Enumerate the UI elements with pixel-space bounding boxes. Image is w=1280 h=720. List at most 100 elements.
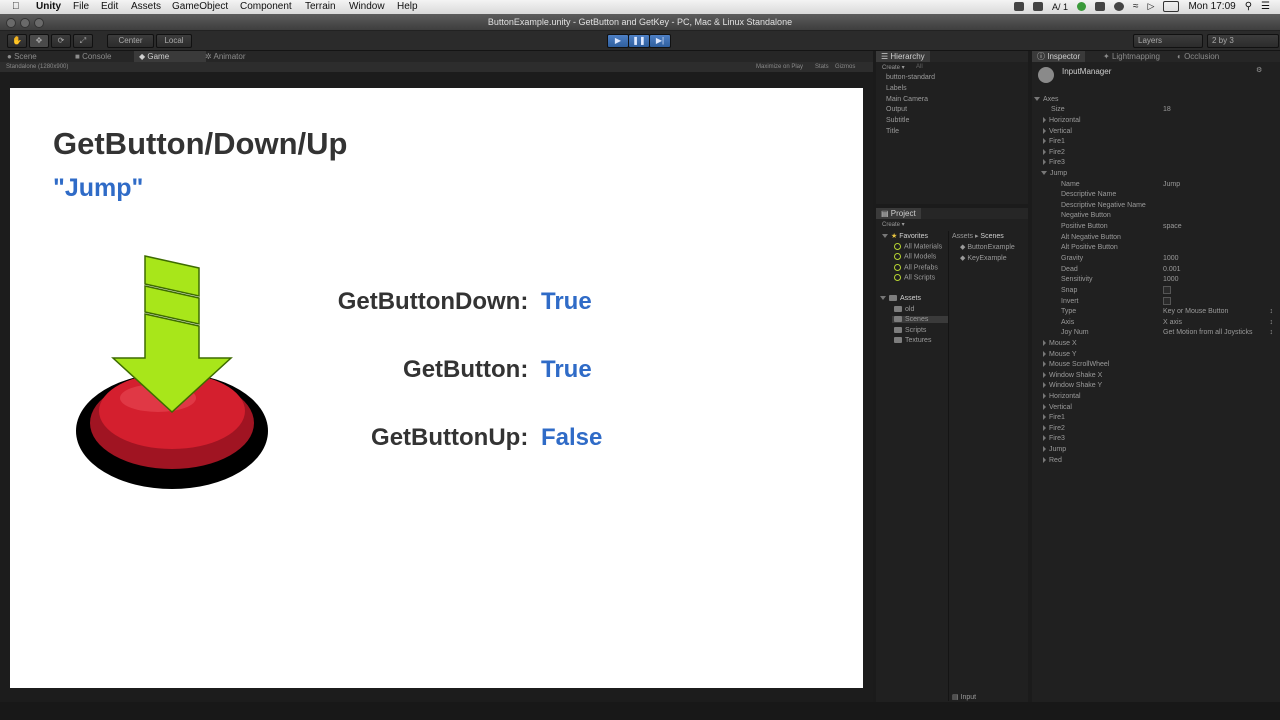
rotate-tool-icon[interactable]: ⟳	[51, 34, 71, 48]
resolution-dropdown[interactable]: Standalone (1280x900)	[6, 62, 68, 72]
scene-file-buttonexample[interactable]: ◆ ButtonExample	[960, 243, 1015, 251]
menu-gameobject[interactable]: GameObject	[172, 1, 228, 12]
folder-textures[interactable]: Textures	[894, 337, 931, 344]
axis-foldout[interactable]: Red	[1043, 457, 1062, 464]
zoom-window-button[interactable]	[34, 18, 44, 28]
hierarchy-search-input[interactable]: All	[916, 64, 923, 70]
tab-console[interactable]: ■ Console	[70, 51, 116, 62]
favorite-all-scripts[interactable]: All Scripts	[894, 274, 935, 281]
axis-foldout[interactable]: Fire1	[1043, 138, 1065, 145]
assets-folder-header[interactable]: Assets	[880, 295, 921, 302]
menu-window[interactable]: Window	[349, 1, 385, 12]
folder-scenes[interactable]: Scenes	[892, 316, 948, 323]
axis-foldout[interactable]: Fire3	[1043, 159, 1065, 166]
adobe-tray-icon[interactable]: A/ 1	[1052, 2, 1068, 12]
layout-dropdown[interactable]: 2 by 3	[1207, 34, 1279, 48]
axis-foldout[interactable]: Vertical	[1043, 404, 1072, 411]
invert-checkbox[interactable]	[1163, 297, 1171, 307]
close-window-button[interactable]	[6, 18, 16, 28]
hierarchy-item[interactable]: Subtitle	[886, 117, 909, 124]
minimize-window-button[interactable]	[20, 18, 30, 28]
project-create-dropdown[interactable]: Create ▾	[882, 221, 905, 228]
joynum-dropdown[interactable]: Get Motion from all Joysticks ↕	[1163, 329, 1273, 336]
hierarchy-item[interactable]: button-standard	[886, 74, 935, 81]
tab-animator[interactable]: ✲ Animator	[200, 51, 251, 62]
tab-lightmapping[interactable]: ✦ Lightmapping	[1098, 51, 1165, 62]
axis-foldout[interactable]: Mouse X	[1043, 340, 1077, 347]
axis-foldout[interactable]: Horizontal	[1043, 117, 1081, 124]
snap-checkbox[interactable]	[1163, 286, 1171, 296]
clock[interactable]: Mon 17:09	[1188, 1, 1235, 12]
battery-icon[interactable]	[1163, 1, 1180, 12]
spotlight-search-icon[interactable]: ⚲	[1245, 1, 1252, 12]
wifi-icon[interactable]: ≈	[1133, 1, 1139, 12]
favorite-all-materials[interactable]: All Materials	[894, 243, 942, 250]
tab-scene[interactable]: ● Scene	[2, 51, 42, 62]
favorite-all-models[interactable]: All Models	[894, 253, 936, 260]
component-settings-icon[interactable]: ⚙	[1256, 66, 1262, 74]
pivot-center-toggle[interactable]: Center	[107, 34, 154, 48]
menu-file[interactable]: File	[73, 1, 89, 12]
volume-icon[interactable]: ▷	[1148, 1, 1155, 12]
screen-recorder-icon[interactable]	[1013, 2, 1024, 11]
hierarchy-item[interactable]: Output	[886, 106, 907, 113]
tab-project[interactable]: ▤ Project	[876, 208, 921, 219]
game-view[interactable]: GetButton/Down/Up "Jump" GetButtonDown: …	[10, 88, 863, 688]
axis-foldout[interactable]: Horizontal	[1043, 393, 1081, 400]
axes-foldout[interactable]: Axes	[1034, 96, 1059, 103]
axis-foldout[interactable]: Vertical	[1043, 128, 1072, 135]
maximize-on-play-toggle[interactable]: Maximize on Play	[756, 62, 803, 72]
play-button-icon[interactable]: ▶	[607, 34, 629, 48]
hierarchy-item[interactable]: Main Camera	[886, 96, 928, 103]
prop-value[interactable]: space	[1163, 223, 1182, 230]
stats-toggle[interactable]: Stats	[815, 62, 829, 72]
tab-inspector[interactable]: ⓘ Inspector	[1032, 51, 1086, 62]
type-dropdown[interactable]: Key or Mouse Button ↕	[1163, 308, 1273, 315]
sync-icon[interactable]	[1114, 2, 1125, 11]
dropbox-icon[interactable]	[1032, 2, 1043, 11]
tab-game[interactable]: ◆ Game	[134, 51, 206, 62]
axis-foldout[interactable]: Mouse Y	[1043, 351, 1077, 358]
project-breadcrumb[interactable]: Assets ▸ Scenes	[952, 232, 1004, 240]
menu-terrain[interactable]: Terrain	[305, 1, 336, 12]
menu-edit[interactable]: Edit	[101, 1, 118, 12]
menu-assets[interactable]: Assets	[131, 1, 161, 12]
axis-foldout[interactable]: Mouse ScrollWheel	[1043, 361, 1109, 368]
hierarchy-item[interactable]: Title	[886, 128, 899, 135]
axis-foldout[interactable]: Fire1	[1043, 414, 1065, 421]
apple-menu-icon[interactable]: 	[12, 1, 20, 12]
step-button-icon[interactable]: ▶|	[649, 34, 671, 48]
axis-foldout[interactable]: Window Shake Y	[1043, 382, 1102, 389]
scale-tool-icon[interactable]: ⤢	[73, 34, 93, 48]
app-menu[interactable]: Unity	[36, 1, 61, 12]
axis-foldout[interactable]: Fire3	[1043, 435, 1065, 442]
prop-value[interactable]: 1000	[1163, 255, 1179, 262]
hierarchy-item[interactable]: Labels	[886, 85, 907, 92]
prop-value[interactable]: 0.001	[1163, 266, 1181, 273]
axis-dropdown[interactable]: X axis ↕	[1163, 319, 1273, 326]
scene-file-keyexample[interactable]: ◆ KeyExample	[960, 254, 1007, 262]
gizmos-dropdown[interactable]: Gizmos	[835, 62, 855, 72]
pause-button-icon[interactable]: ❚❚	[628, 34, 650, 48]
prop-value[interactable]: Jump	[1163, 181, 1180, 188]
axis-foldout[interactable]: Jump	[1043, 446, 1066, 453]
favorites-header[interactable]: ★ Favorites	[882, 232, 928, 240]
notification-center-icon[interactable]: ☰	[1261, 1, 1270, 12]
tab-hierarchy[interactable]: ☰ Hierarchy	[876, 51, 930, 62]
prop-value[interactable]: 1000	[1163, 276, 1179, 283]
hand-tool-icon[interactable]: ✋	[7, 34, 27, 48]
layers-dropdown[interactable]: Layers	[1133, 34, 1203, 48]
folder-old[interactable]: old	[894, 306, 914, 313]
move-tool-icon[interactable]: ✥	[29, 34, 49, 48]
time-machine-icon[interactable]	[1095, 2, 1106, 11]
size-field[interactable]: 18	[1163, 106, 1171, 113]
menu-help[interactable]: Help	[397, 1, 418, 12]
favorite-all-prefabs[interactable]: All Prefabs	[894, 264, 938, 271]
menu-component[interactable]: Component	[240, 1, 292, 12]
hierarchy-create-dropdown[interactable]: Create ▾	[882, 64, 905, 71]
axis-foldout[interactable]: Window Shake X	[1043, 372, 1102, 379]
axis-foldout[interactable]: Fire2	[1043, 425, 1065, 432]
evernote-icon[interactable]	[1077, 2, 1087, 11]
tab-occlusion[interactable]: ◐ Occlusion	[1172, 51, 1224, 62]
space-local-toggle[interactable]: Local	[156, 34, 192, 48]
